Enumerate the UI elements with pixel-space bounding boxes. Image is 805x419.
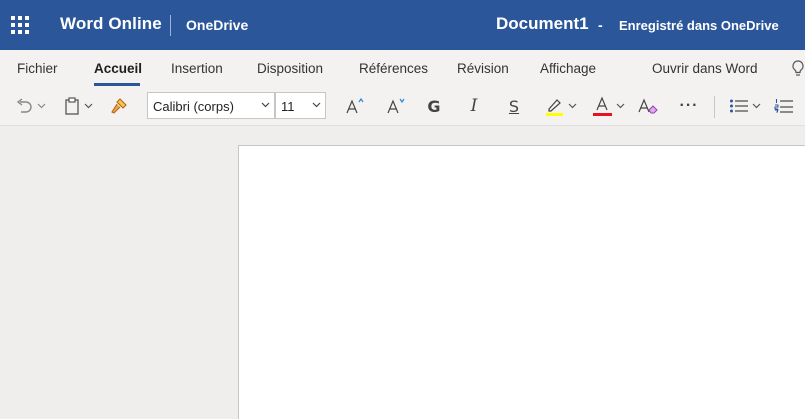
ribbon-tabs: Fichier Accueil Insertion Disposition Ré… [0, 50, 805, 88]
tab-references[interactable]: Références [359, 61, 428, 76]
clear-format-icon [638, 98, 658, 114]
font-name-select[interactable]: Calibri (corps) [147, 92, 275, 119]
app-launcher-icon[interactable] [11, 16, 29, 34]
app-name[interactable]: Word Online [60, 14, 162, 34]
title-separator: - [598, 17, 603, 33]
chevron-down-icon [261, 102, 270, 108]
shrink-font-icon [387, 98, 405, 114]
undo-icon [16, 98, 32, 113]
chevron-down-icon [37, 103, 45, 109]
chevron-down-icon [84, 103, 92, 109]
highlight-icon [546, 99, 563, 116]
grow-font-icon [346, 97, 364, 114]
numbering-icon [774, 99, 793, 113]
title-bar: Word Online OneDrive Document1 - Enregis… [0, 0, 805, 50]
tab-layout[interactable]: Disposition [257, 61, 323, 76]
highlight-color-swatch [546, 113, 563, 116]
bullets-icon [730, 99, 748, 113]
more-options-button[interactable]: ··· [676, 93, 702, 119]
onedrive-link[interactable]: OneDrive [186, 17, 248, 33]
font-color-button[interactable] [588, 93, 628, 119]
italic-icon: I [470, 96, 478, 116]
tab-home[interactable]: Accueil [94, 61, 142, 76]
shrink-font-button[interactable] [383, 93, 409, 119]
format-painter-button[interactable] [106, 93, 132, 119]
chevron-down-icon [568, 103, 577, 109]
undo-button[interactable] [12, 93, 48, 119]
paste-icon [64, 97, 79, 115]
clear-formatting-button[interactable] [635, 93, 661, 119]
lightbulb-icon[interactable] [791, 59, 805, 79]
paste-button[interactable] [60, 93, 96, 119]
format-painter-icon [111, 98, 127, 114]
open-in-word-button[interactable]: Ouvrir dans Word [652, 61, 758, 76]
tab-view[interactable]: Affichage [540, 61, 596, 76]
header-divider [170, 15, 171, 36]
grow-font-button[interactable] [342, 93, 368, 119]
chevron-down-icon [616, 103, 625, 109]
font-size-select[interactable]: 11 [275, 92, 326, 119]
document-page[interactable] [238, 145, 805, 419]
ribbon-toolbar: Calibri (corps) 11 G I S ··· [0, 88, 805, 126]
chevron-down-icon [312, 102, 321, 108]
active-tab-indicator [94, 83, 140, 86]
tab-file[interactable]: Fichier [17, 61, 58, 76]
toolbar-divider [714, 96, 715, 118]
more-icon: ··· [679, 97, 699, 114]
strikethrough-icon: S [508, 96, 520, 116]
bold-icon: G [427, 96, 441, 116]
bullets-button[interactable] [726, 93, 764, 119]
bold-button[interactable]: G [422, 93, 446, 119]
tab-review[interactable]: Révision [457, 61, 509, 76]
font-size-value: 11 [281, 99, 295, 114]
numbering-button[interactable] [774, 93, 805, 119]
font-color-icon [593, 96, 612, 116]
font-name-value: Calibri (corps) [153, 99, 234, 114]
document-title[interactable]: Document1 [496, 14, 589, 34]
font-color-swatch [593, 113, 612, 116]
highlight-button[interactable] [540, 93, 580, 119]
save-status: Enregistré dans OneDrive [619, 18, 779, 33]
italic-button[interactable]: I [462, 93, 486, 119]
tab-insert[interactable]: Insertion [171, 61, 223, 76]
chevron-down-icon [752, 103, 761, 109]
strikethrough-button[interactable]: S [502, 93, 526, 119]
